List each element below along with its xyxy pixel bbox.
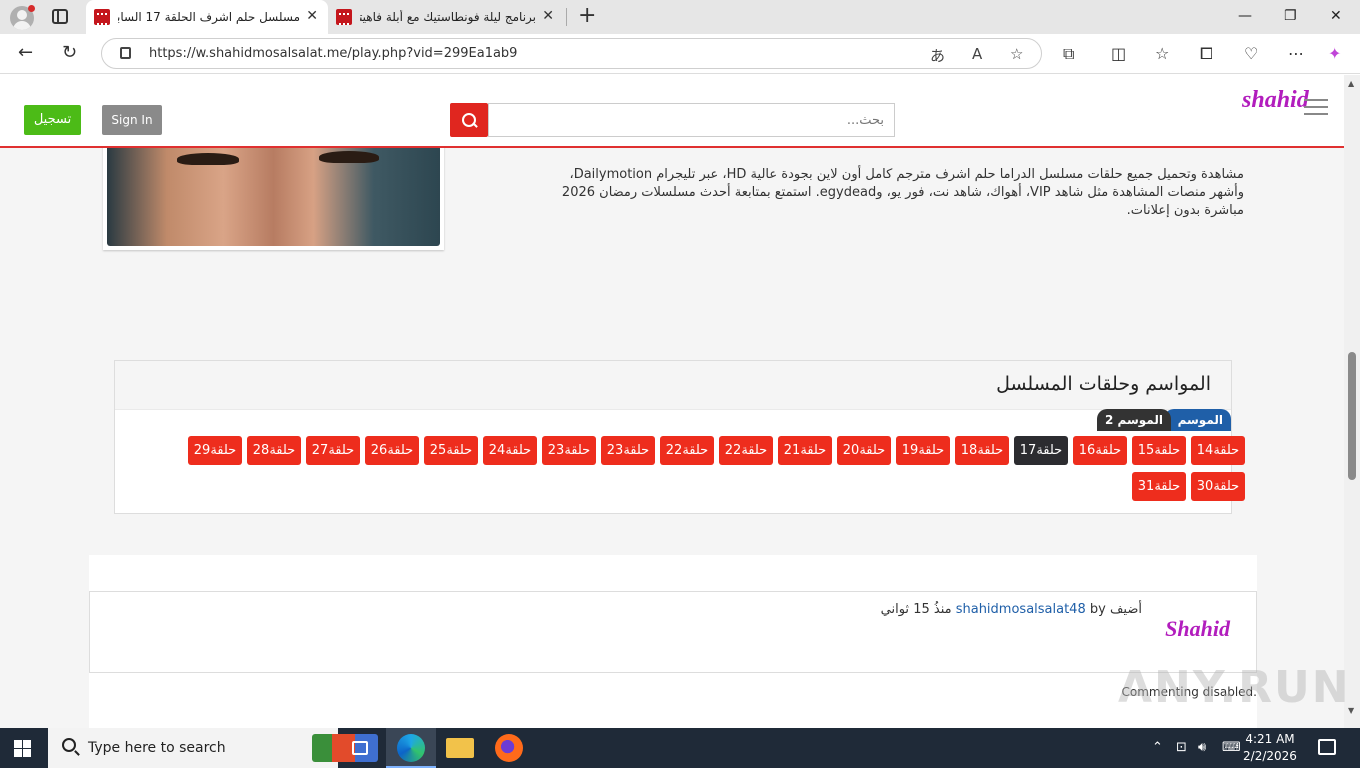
episode-button[interactable]: حلقة16 [1073,436,1127,465]
ime-icon[interactable]: ⌨︎ [1222,740,1241,755]
comment-author-link[interactable]: shahidmosalsalat48 [956,602,1086,617]
address-bar[interactable]: https://w.shahidmosalsalat.me/play.php?v… [101,38,1042,69]
season-tab-1[interactable]: الموسم 1 [1164,409,1231,449]
poster-image [107,139,440,246]
reload-button[interactable]: ↻ [62,42,77,63]
extensions-icon[interactable]: ⧉ [1063,44,1074,64]
site-header: تسجيل Sign In shahid [0,75,1344,148]
start-windows-icon[interactable] [14,740,31,757]
site-info-lock-icon[interactable] [120,47,131,59]
episode-button[interactable]: حلقة22 [660,436,714,465]
tab-close-icon[interactable]: ✕ [542,8,554,24]
scroll-up-arrow-icon[interactable]: ▲ [1348,79,1354,88]
tab-active[interactable]: مسلسل حلم اشرف الحلقة 17 السابعة ✕ [86,0,328,34]
taskbar-search-box[interactable]: Type here to search [48,728,378,768]
collections-icon[interactable]: ⧠ [1200,44,1213,64]
seasons-panel: المواسم وحلقات المسلسل الموسم 1 الموسم 2… [114,360,1245,514]
page-scrollbar[interactable]: ▲ ▼ [1344,75,1360,728]
episode-button[interactable]: حلقة15 [1132,436,1186,465]
firefox-icon[interactable] [495,734,523,762]
comment-added-label: أضيف [1109,602,1142,617]
sign-in-button[interactable]: Sign In [102,105,162,135]
episode-button[interactable]: حلقة24 [483,436,537,465]
anyrun-watermark: ANY.RUN [1118,662,1351,713]
episode-button[interactable]: حلقة27 [306,436,360,465]
file-explorer-icon[interactable] [446,738,474,758]
taskbar-search-placeholder: Type here to search [88,740,226,756]
search-button[interactable] [450,103,488,137]
season-tab-2[interactable]: الموسم 2 [1097,409,1171,431]
tab-title: مسلسل حلم اشرف الحلقة 17 السابعة [118,10,300,24]
comments-section: Shahid أضيف shahidmosalsalat48 by منذُ 1… [89,555,1257,728]
volume-icon[interactable]: 🔊︎ [1198,740,1206,755]
scrollbar-thumb[interactable] [1348,352,1356,480]
series-description: مشاهدة وتحميل جميع حلقات مسلسل الدراما ح… [561,167,1244,218]
comment-item: Shahid أضيف shahidmosalsalat48 by منذُ 1… [89,591,1257,673]
tab-title: برنامج ليلة فونطاستيك مع أبلة فاهيتا [360,10,536,24]
restore-button[interactable]: ❐ [1284,8,1297,24]
settings-more-icon[interactable]: ⋯ [1288,44,1304,63]
clock-date: 2/2/2026 [1243,749,1297,763]
profile-notification-dot [28,5,35,12]
browser-tab-bar: مسلسل حلم اشرف الحلقة 17 السابعة ✕ برنام… [0,0,1360,34]
search-input[interactable] [488,103,895,137]
tab-inactive[interactable]: برنامج ليلة فونطاستيك مع أبلة فاهيتا ✕ [328,0,564,34]
url-text[interactable]: https://w.shahidmosalsalat.me/play.php?v… [149,46,517,61]
web-page: تسجيل Sign In shahid مشاهدة وتحميل جميع … [0,75,1344,728]
search-icon [62,738,76,752]
notifications-icon[interactable] [1318,739,1336,755]
back-button[interactable]: ← [18,42,33,63]
episode-button[interactable]: حلقة22 [719,436,773,465]
network-icon[interactable]: ⊡ [1176,740,1187,755]
copilot-icon[interactable]: ✦ [1328,44,1341,63]
register-button[interactable]: تسجيل [24,105,81,135]
episode-button[interactable]: حلقة20 [837,436,891,465]
search-highlight-gift-icon[interactable] [312,734,378,762]
tab-separator [566,8,567,26]
site-favicon-icon [94,9,110,25]
episode-button[interactable]: حلقة21 [778,436,832,465]
comment-by-label: by [1089,602,1106,617]
episode-button[interactable]: حلقة30 [1191,472,1245,501]
episode-button[interactable]: حلقة25 [424,436,478,465]
taskbar-clock[interactable]: 4:21 AM 2/2/2026 [1240,731,1300,765]
episode-button[interactable]: حلقة28 [247,436,301,465]
read-aloud-icon[interactable]: A [972,45,982,63]
new-tab-button[interactable]: + [578,3,596,28]
episode-button[interactable]: حلقة14 [1191,436,1245,465]
favorite-star-icon[interactable]: ☆ [1010,45,1023,63]
close-window-button[interactable]: ✕ [1330,8,1342,24]
episode-button[interactable]: حلقة23 [542,436,596,465]
comment-time: منذُ 15 ثواني [880,602,952,617]
edge-browser-icon[interactable] [397,734,425,762]
tab-actions-icon[interactable] [52,9,68,24]
clock-time: 4:21 AM [1245,732,1295,746]
tab-close-icon[interactable]: ✕ [306,8,318,24]
windows-taskbar: Type here to search ⌃ ⊡ 🔊︎ ⌨︎ 4:21 AM 2/… [0,728,1360,768]
split-screen-icon[interactable]: ◫ [1111,44,1126,63]
episode-button[interactable]: حلقة23 [601,436,655,465]
comment-avatar-logo: Shahid [1165,616,1230,641]
show-hidden-icons-chevron-icon[interactable]: ⌃ [1152,740,1163,755]
site-favicon-icon [336,9,352,25]
browser-essentials-icon[interactable]: ♡ [1244,44,1258,63]
seasons-title: المواسم وحلقات المسلسل [996,373,1211,395]
episode-button[interactable]: حلقة29 [188,436,242,465]
episode-button[interactable]: حلقة19 [896,436,950,465]
menu-hamburger-icon[interactable] [1304,99,1328,115]
series-poster [103,135,444,250]
minimize-button[interactable]: — [1238,8,1252,24]
episode-button[interactable]: حلقة18 [955,436,1009,465]
seasons-header: المواسم وحلقات المسلسل [115,361,1231,410]
favorites-icon[interactable]: ☆ [1155,44,1169,63]
episode-button[interactable]: حلقة17 [1014,436,1068,465]
episode-button[interactable]: حلقة31 [1132,472,1186,501]
episode-button[interactable]: حلقة26 [365,436,419,465]
translate-icon[interactable]: あ [930,45,945,66]
site-logo[interactable]: shahid [1242,87,1309,114]
task-view-icon[interactable] [352,741,368,755]
comment-meta: أضيف shahidmosalsalat48 by منذُ 15 ثواني [881,602,1142,617]
browser-toolbar: ← ↻ https://w.shahidmosalsalat.me/play.p… [0,34,1360,74]
